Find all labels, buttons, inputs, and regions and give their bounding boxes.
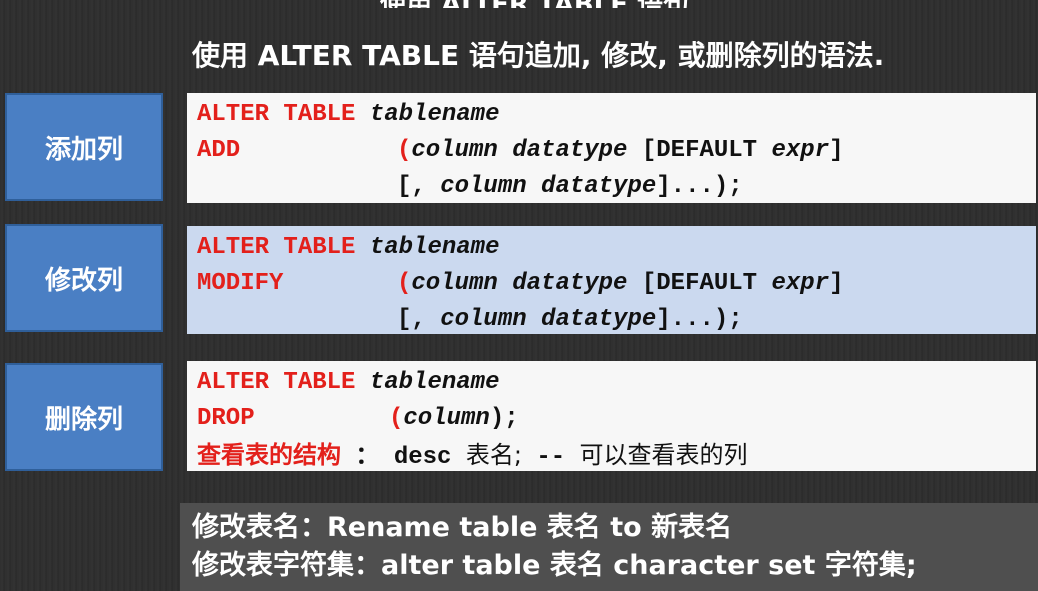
add-column-syntax-panel: ALTER TABLE tablename ADD (column dataty…: [187, 93, 1036, 203]
statement-end: );: [489, 405, 519, 432]
modify-column-syntax-panel: ALTER TABLE tablename MODIFY (column dat…: [187, 226, 1036, 334]
keyword-alter-table: ALTER TABLE: [197, 369, 356, 396]
column-placeholder: column: [403, 405, 490, 432]
desc-table-name: 表名;: [465, 441, 522, 469]
syntax-line: 查看表的结构 ： desc 表名; -- 可以查看表的列: [197, 437, 1036, 473]
column-placeholder: column: [440, 173, 527, 200]
syntax-line: [, column datatype]...);: [197, 302, 1036, 338]
close-bracket: ]: [829, 270, 844, 297]
close-bracket: ]: [829, 137, 844, 164]
tablename-placeholder: tablename: [369, 234, 500, 261]
drop-column-label: 删除列: [5, 363, 163, 471]
keyword-drop: DROP: [197, 405, 255, 432]
comment-text: 可以查看表的列: [579, 441, 748, 469]
keyword-alter-table: ALTER TABLE: [197, 101, 356, 128]
column-placeholder: column: [411, 137, 498, 164]
header-title-partial: 使用 ALTER TABLE 语句: [380, 0, 720, 8]
syntax-line: ALTER TABLE tablename: [197, 230, 1036, 266]
charset-note: 修改表字符集：alter table 表名 character set 字符集;: [192, 550, 917, 581]
default-clause: [DEFAULT: [641, 137, 758, 164]
modify-column-definition: (column datatype [DEFAULT expr]: [397, 266, 844, 302]
statement-end: ]...);: [656, 306, 743, 333]
keyword-modify: MODIFY: [197, 270, 284, 297]
datatype-placeholder: datatype: [541, 173, 657, 200]
datatype-placeholder: datatype: [512, 270, 628, 297]
default-clause: [DEFAULT: [641, 270, 758, 297]
modify-column-label-text: 修改列: [44, 265, 123, 296]
expr-placeholder: expr: [771, 137, 830, 164]
tablename-placeholder: tablename: [369, 369, 500, 396]
add-column-continuation: [, column datatype]...);: [397, 169, 743, 205]
syntax-line: [, column datatype]...);: [197, 169, 1036, 205]
note-separator: ：: [355, 444, 380, 471]
comment-marker: --: [536, 444, 566, 471]
open-bracket: [,: [397, 173, 426, 200]
statement-end: ]...);: [656, 173, 743, 200]
open-paren: (: [397, 137, 412, 164]
keyword-alter-table: ALTER TABLE: [197, 234, 356, 261]
syntax-line: ALTER TABLE tablename: [197, 365, 1036, 401]
tablename-placeholder: tablename: [369, 101, 500, 128]
syntax-line: ADD (column datatype [DEFAULT expr]: [197, 133, 1036, 169]
datatype-placeholder: datatype: [541, 306, 657, 333]
add-column-label-text: 添加列: [44, 134, 123, 165]
drop-column-label-text: 删除列: [44, 404, 123, 435]
column-placeholder: column: [411, 270, 498, 297]
column-placeholder: column: [440, 306, 527, 333]
open-bracket: [,: [397, 306, 426, 333]
modify-column-continuation: [, column datatype]...);: [397, 302, 743, 338]
datatype-placeholder: datatype: [512, 137, 628, 164]
drop-column-definition: (column);: [389, 401, 519, 437]
desc-command: desc: [393, 444, 452, 471]
open-paren: (: [397, 270, 412, 297]
open-paren: (: [389, 405, 404, 432]
page-subtitle: 使用 ALTER TABLE 语句追加, 修改, 或删除列的语法.: [192, 39, 885, 72]
syntax-line: ALTER TABLE tablename: [197, 97, 1036, 133]
syntax-line: MODIFY (column datatype [DEFAULT expr]: [197, 266, 1036, 302]
bottom-notes: 修改表名：Rename table 表名 to 新表名 修改表字符集：alter…: [180, 503, 1038, 591]
expr-placeholder: expr: [771, 270, 830, 297]
desc-note-label: 查看表的结构: [197, 441, 341, 469]
add-column-label: 添加列: [5, 93, 163, 201]
rename-table-note: 修改表名：Rename table 表名 to 新表名: [192, 512, 733, 543]
add-column-definition: (column datatype [DEFAULT expr]: [397, 133, 844, 169]
drop-column-syntax-panel: ALTER TABLE tablename DROP (column); 查看表…: [187, 361, 1036, 471]
modify-column-label: 修改列: [5, 224, 163, 332]
keyword-add: ADD: [197, 137, 241, 164]
syntax-line: DROP (column);: [197, 401, 1036, 437]
